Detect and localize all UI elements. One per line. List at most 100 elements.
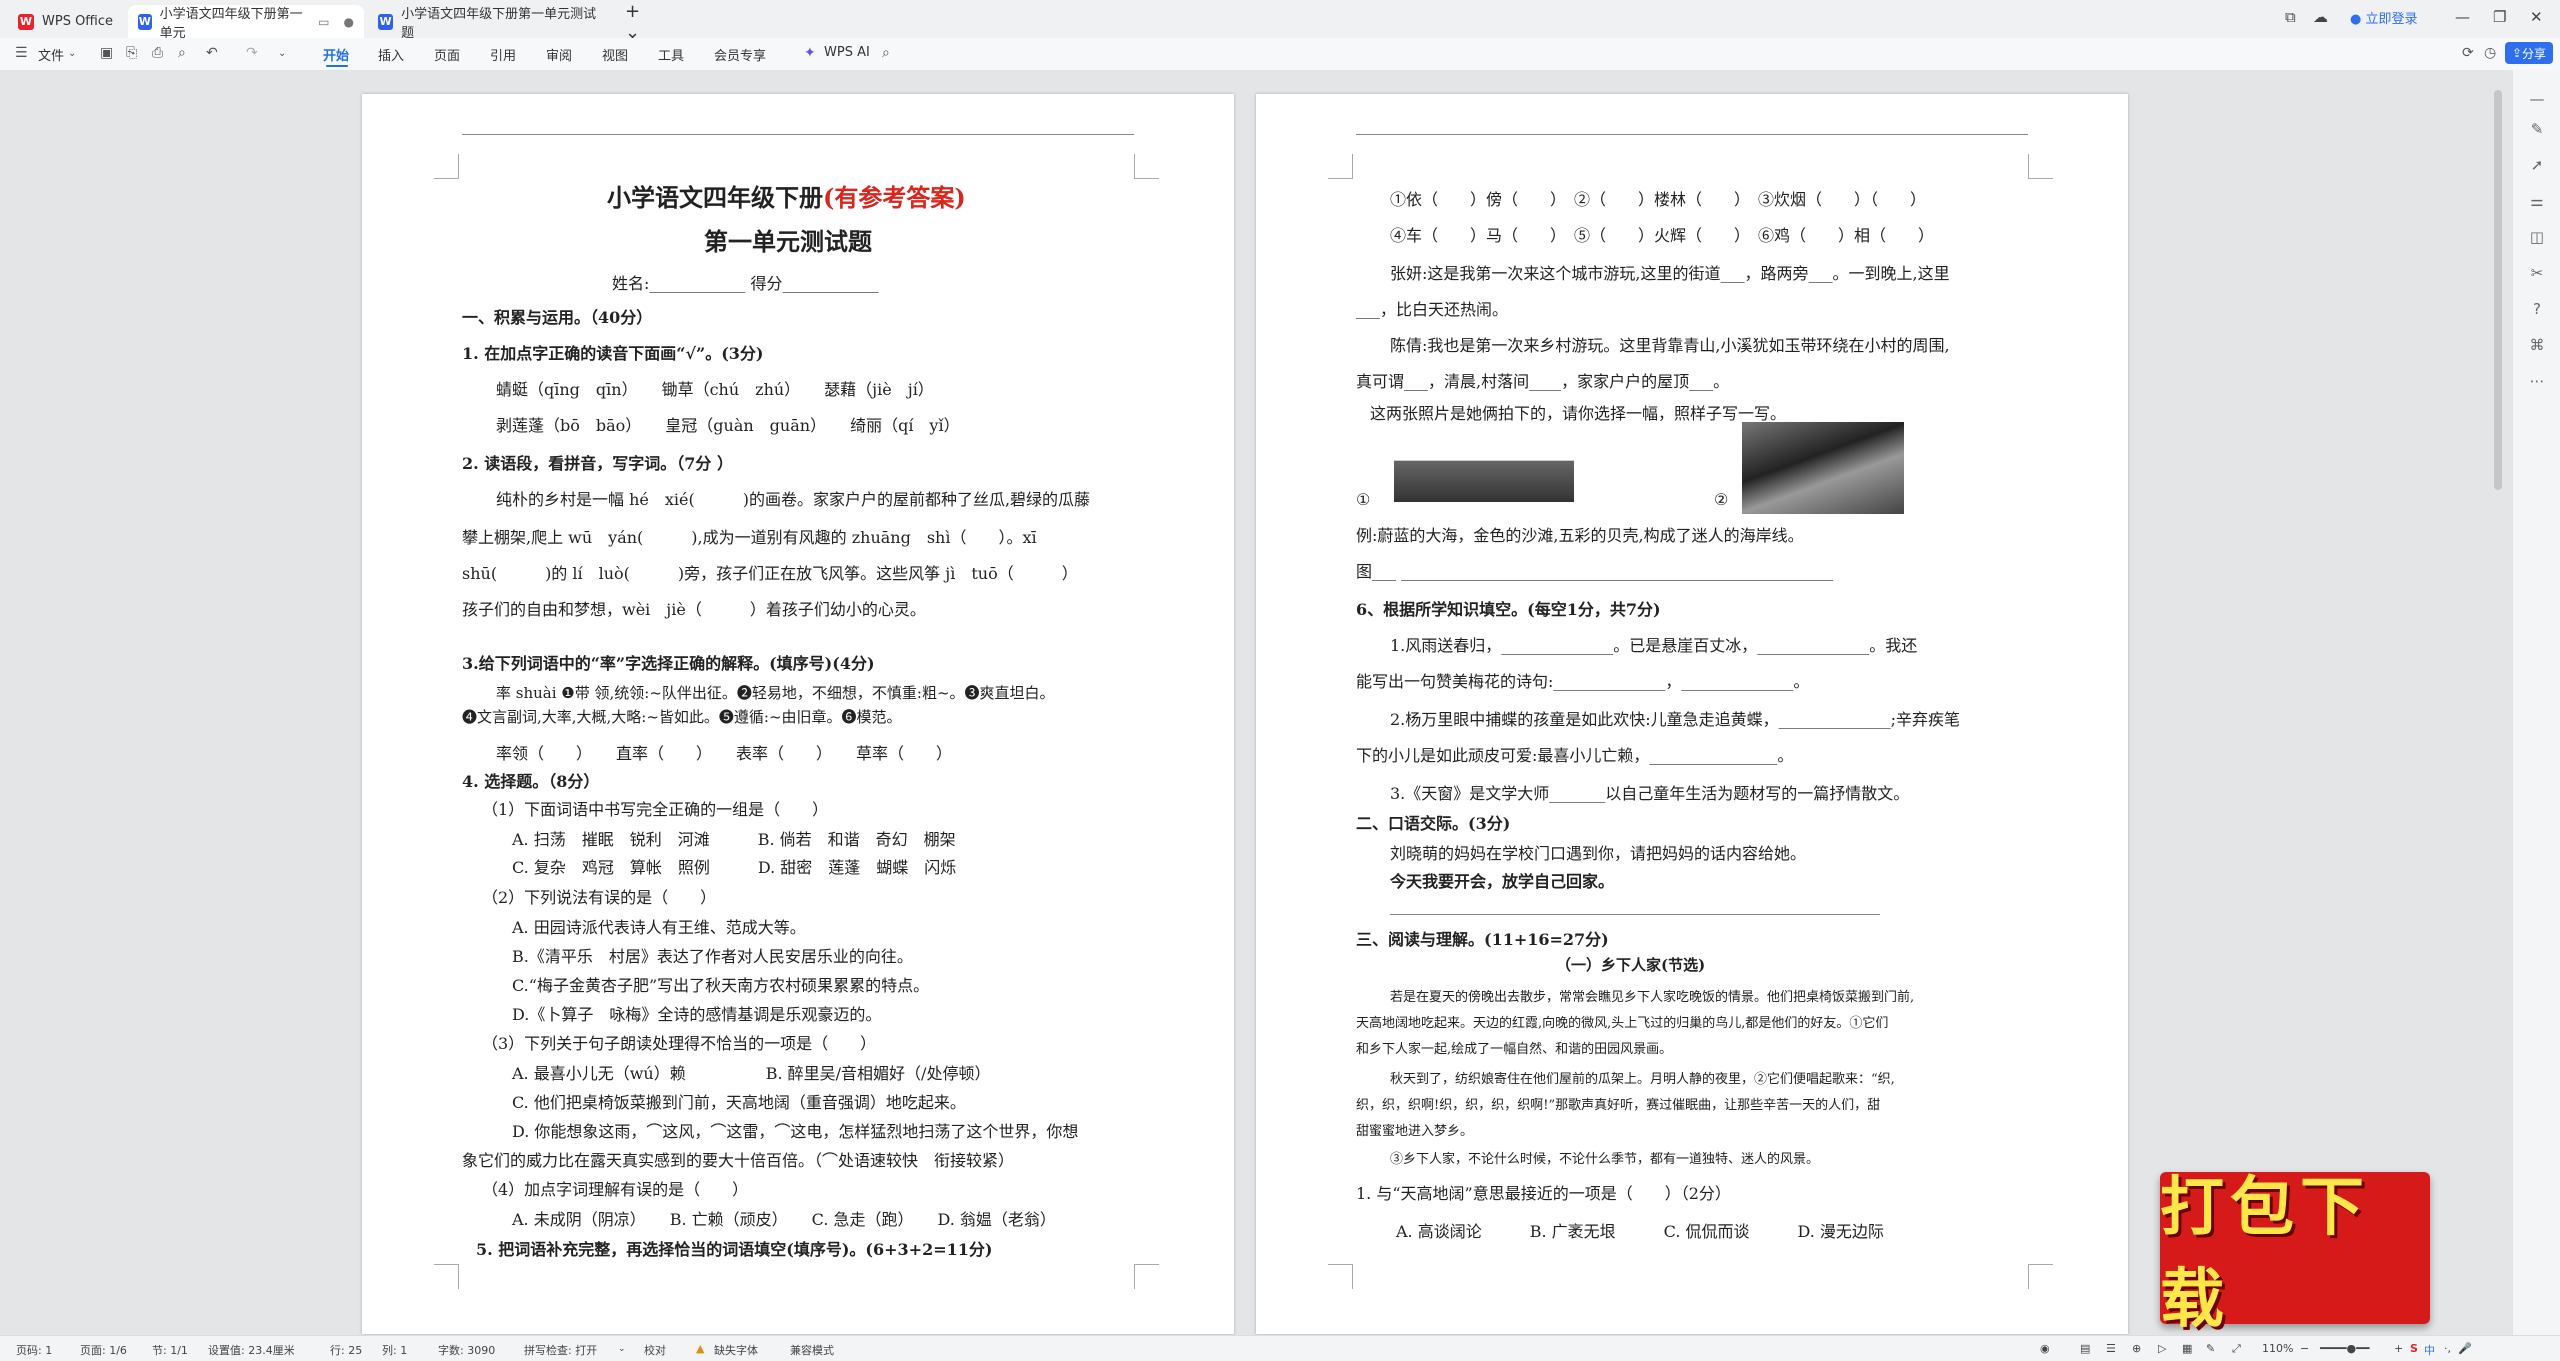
search-icon[interactable]: ⌕	[882, 45, 890, 61]
photo-label-1: ①	[1356, 490, 1371, 509]
tab-dot-icon[interactable]: ●	[344, 15, 354, 29]
page-content[interactable]: 小学语文四年级下册(有参考答案) 第一单元测试题 姓名:____________…	[462, 94, 1142, 1334]
doc-line: A. 最喜小儿无（wú）赖 B. 醉里吴/音相媚好（/处停顿）	[512, 1064, 991, 1083]
hamburger-icon[interactable]: ☰	[15, 45, 28, 61]
doc-line: 真可谓___，清晨,村落间____，家家户户的屋顶___。	[1356, 372, 1730, 391]
right-sidebar: — ✎ ➚ ⚌ ◫ ✂ ? ⌘ ⋯	[2512, 70, 2560, 1335]
tab-insert[interactable]: 插入	[378, 45, 404, 64]
page-view-icon[interactable]: ▤	[2080, 1342, 2090, 1355]
page-content[interactable]: ①依（ ）傍（ ） ②（ ）楼林（ ） ③炊烟（ ）（ ） ④车（ ）马（ ） …	[1356, 94, 2036, 1334]
edit-icon[interactable]: ✎	[2527, 120, 2547, 138]
margin-corner	[1328, 154, 1353, 179]
status-set-value[interactable]: 设置值: 23.4厘米	[208, 1342, 295, 1358]
tab-tools[interactable]: 工具	[658, 45, 684, 64]
ime-punct-icon[interactable]: ·,	[2444, 1342, 2451, 1355]
status-col[interactable]: 列: 1	[382, 1342, 407, 1358]
doc-line: D.《卜算子 咏梅》全诗的感情基调是乐观豪迈的。	[512, 1005, 882, 1024]
sync-icon[interactable]: ⟳	[2462, 45, 2474, 61]
status-spell[interactable]: 拼写检查: 打开	[524, 1342, 597, 1358]
doc-line: 这两张照片是她俩拍下的，请你选择一幅，照样子写一写。	[1370, 404, 1787, 423]
doc-subtitle: 第一单元测试题	[704, 227, 872, 256]
doc-line: （3）下列关于句子朗读处理得不恰当的一项是（ ）	[482, 1034, 877, 1053]
doc-line: 例:蔚蓝的大海，金色的沙滩,五彩的贝壳,构成了迷人的海岸线。	[1356, 526, 1804, 545]
play-icon[interactable]: ▷	[2158, 1342, 2166, 1355]
tab-reference[interactable]: 引用	[490, 45, 516, 64]
doc-line: 天高地阔地吃起来。天边的红霞,向晚的微风,头上飞过的归巢的鸟儿,都是他们的好友。…	[1356, 1016, 1889, 1031]
user-icon: ●	[2350, 12, 2362, 27]
tools-icon[interactable]: ✂	[2527, 264, 2547, 282]
download-badge[interactable]: 打包下载	[2160, 1170, 2430, 1337]
zoom-slider[interactable]: ━━━━●━━	[2320, 1342, 2369, 1355]
ime-lang-icon[interactable]: 中	[2424, 1342, 2435, 1358]
doc-line: 率领（ ） 直率（ ） 表率（ ） 草率（ ）	[496, 744, 953, 763]
status-words[interactable]: 字数: 3090	[438, 1342, 495, 1358]
export-icon[interactable]: ⎘	[126, 45, 137, 61]
chevron-down-icon[interactable]: ⌄	[68, 48, 76, 59]
zoom-out-icon[interactable]: −	[2300, 1342, 2309, 1355]
doc-line: 2. 读语段，看拼音，写字词。（7分 ）	[462, 454, 733, 473]
undo-icon[interactable]: ↶	[206, 45, 218, 61]
new-tab-icon[interactable]: + ⌄	[615, 1, 655, 43]
translate-icon[interactable]: ⌘	[2527, 336, 2547, 354]
mic-icon[interactable]: 🎤	[2458, 1342, 2472, 1355]
doc-line: 图___ ___________________________________…	[1356, 562, 1834, 581]
tab-member[interactable]: 会员专享	[714, 45, 766, 64]
tab-menu-icon[interactable]: ▭	[318, 15, 329, 29]
tab-start[interactable]: 开始	[323, 45, 349, 64]
fit-icon[interactable]: ⤢	[2232, 1342, 2241, 1356]
doc-line: A. 高谈阔论 B. 广袤无垠 C. 侃侃而谈 D. 漫无边际	[1396, 1222, 1884, 1241]
close-icon[interactable]: ✕	[2530, 8, 2543, 26]
redo-icon[interactable]: ↷	[246, 45, 258, 61]
tab-doc-2[interactable]: W 小学语文四年级下册第一单元测试题	[368, 5, 608, 41]
tab-review[interactable]: 审阅	[546, 45, 572, 64]
collapse-icon[interactable]: —	[2527, 90, 2547, 108]
chevron-down-icon[interactable]: ⌄	[278, 48, 286, 59]
outline-icon[interactable]: ☰	[2106, 1342, 2116, 1355]
web-view-icon[interactable]: ⊕	[2132, 1342, 2141, 1355]
history-icon[interactable]: ◷	[2484, 45, 2496, 61]
tab-wps-ai[interactable]: WPS AI	[824, 45, 870, 60]
login-button[interactable]: ● 立即登录	[2350, 8, 2418, 27]
share-label: 分享	[2522, 46, 2547, 61]
doc-line: 孩子们的自由和梦想，wèi jiè（ ）着孩子们幼小的心灵。	[462, 600, 926, 619]
window-icon[interactable]: ⧉	[2285, 8, 2296, 26]
menu-file[interactable]: 文件	[38, 45, 64, 64]
preview-icon[interactable]: ⌕	[178, 45, 186, 61]
layout-icon[interactable]: ▦	[2182, 1342, 2192, 1355]
print-icon[interactable]: ⎙	[152, 45, 163, 61]
minimize-icon[interactable]: —	[2455, 8, 2470, 26]
settings-slider-icon[interactable]: ⚌	[2527, 192, 2547, 210]
tab-wps-home[interactable]: W WPS Office	[8, 5, 126, 38]
shape-icon[interactable]: ◫	[2527, 228, 2547, 246]
more-icon[interactable]: ⋯	[2527, 372, 2547, 390]
status-font-missing[interactable]: 缺失字体	[714, 1342, 758, 1358]
share-button[interactable]: ⇪ 分享	[2505, 42, 2553, 64]
status-page-no[interactable]: 页码: 1	[16, 1342, 52, 1358]
tab-view[interactable]: 视图	[602, 45, 628, 64]
doc-line: A. 扫荡 摧眠 锐利 河滩 B. 倘若 和谐 奇幻 棚架	[512, 830, 956, 849]
doc-line: 和乡下人家一起,绘成了一幅自然、和谐的田园风景画。	[1356, 1042, 1673, 1057]
ime-icon[interactable]: S	[2410, 1342, 2418, 1355]
pen-icon[interactable]: ✎	[2206, 1342, 2215, 1355]
login-label: 立即登录	[2365, 12, 2418, 27]
restore-icon[interactable]: ❐	[2493, 8, 2506, 26]
status-pages[interactable]: 页面: 1/6	[80, 1342, 127, 1358]
chevron-down-icon[interactable]: ⌄	[618, 1344, 626, 1354]
tab-doc-active[interactable]: W 小学语文四年级下册第一单元 ▭ ●	[128, 5, 364, 41]
help-icon[interactable]: ?	[2527, 300, 2547, 318]
status-zoom[interactable]: 110%	[2262, 1342, 2293, 1355]
tab-page[interactable]: 页面	[434, 45, 460, 64]
vertical-scrollbar[interactable]	[2494, 90, 2502, 490]
status-compat[interactable]: 兼容模式	[790, 1342, 834, 1358]
pointer-icon[interactable]: ➚	[2527, 156, 2547, 174]
status-section[interactable]: 节: 1/1	[152, 1342, 188, 1358]
cloud-icon[interactable]: ☁	[2313, 8, 2328, 26]
zoom-in-icon[interactable]: +	[2394, 1342, 2403, 1355]
doc-line: ___，比白天还热闹。	[1356, 300, 1509, 319]
eye-icon[interactable]: ◉	[2040, 1342, 2050, 1355]
doc-line: 4. 选择题。（8分）	[462, 772, 600, 791]
status-proof[interactable]: 校对	[644, 1342, 666, 1358]
save-icon[interactable]: ▣	[100, 45, 113, 61]
status-row[interactable]: 行: 25	[330, 1342, 362, 1358]
tab-label: 小学语文四年级下册第一单元	[159, 6, 303, 41]
